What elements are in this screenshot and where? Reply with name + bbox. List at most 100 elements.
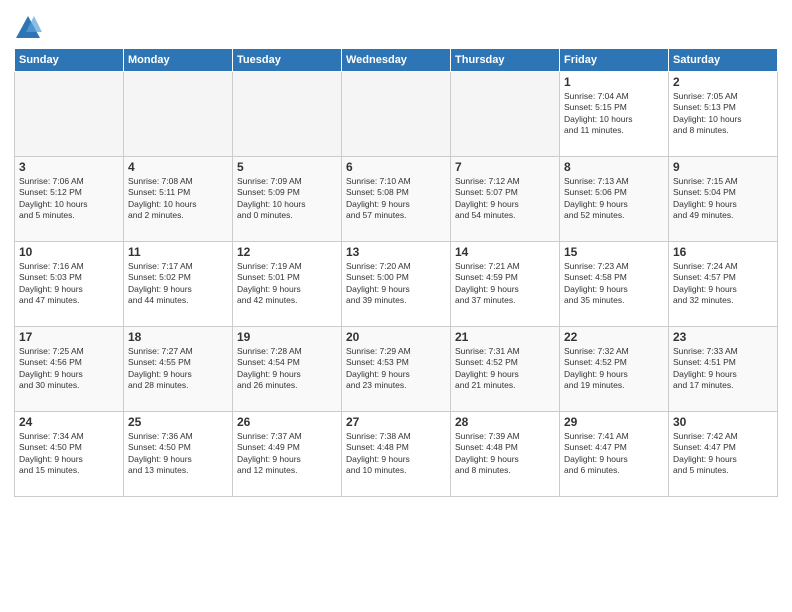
day-info: Sunrise: 7:16 AM Sunset: 5:03 PM Dayligh… [19, 261, 119, 307]
day-info: Sunrise: 7:15 AM Sunset: 5:04 PM Dayligh… [673, 176, 773, 222]
weekday-header: Wednesday [342, 49, 451, 72]
calendar-cell [451, 72, 560, 157]
calendar-cell: 29 Sunrise: 7:41 AM Sunset: 4:47 PM Dayli… [560, 412, 669, 497]
day-info: Sunrise: 7:24 AM Sunset: 4:57 PM Dayligh… [673, 261, 773, 307]
day-number: 7 [455, 160, 555, 174]
day-number: 4 [128, 160, 228, 174]
day-info: Sunrise: 7:36 AM Sunset: 4:50 PM Dayligh… [128, 431, 228, 477]
calendar-cell: 30 Sunrise: 7:42 AM Sunset: 4:47 PM Dayli… [669, 412, 778, 497]
calendar-cell: 28 Sunrise: 7:39 AM Sunset: 4:48 PM Dayli… [451, 412, 560, 497]
calendar-cell: 22 Sunrise: 7:32 AM Sunset: 4:52 PM Dayli… [560, 327, 669, 412]
day-number: 21 [455, 330, 555, 344]
day-info: Sunrise: 7:41 AM Sunset: 4:47 PM Dayligh… [564, 431, 664, 477]
calendar-cell: 1 Sunrise: 7:04 AM Sunset: 5:15 PM Daylig… [560, 72, 669, 157]
calendar-cell: 3 Sunrise: 7:06 AM Sunset: 5:12 PM Daylig… [15, 157, 124, 242]
day-number: 12 [237, 245, 337, 259]
day-number: 10 [19, 245, 119, 259]
calendar-cell: 7 Sunrise: 7:12 AM Sunset: 5:07 PM Daylig… [451, 157, 560, 242]
day-number: 28 [455, 415, 555, 429]
calendar-cell [342, 72, 451, 157]
day-number: 6 [346, 160, 446, 174]
day-number: 11 [128, 245, 228, 259]
calendar-cell: 15 Sunrise: 7:23 AM Sunset: 4:58 PM Dayli… [560, 242, 669, 327]
day-info: Sunrise: 7:04 AM Sunset: 5:15 PM Dayligh… [564, 91, 664, 137]
weekday-header: Monday [124, 49, 233, 72]
day-number: 23 [673, 330, 773, 344]
calendar-cell: 2Sunrise: 7:05 AM Sunset: 5:13 PM Daylig… [669, 72, 778, 157]
calendar-cell: 27Sunrise: 7:38 AM Sunset: 4:48 PM Dayli… [342, 412, 451, 497]
calendar-cell: 16 Sunrise: 7:24 AM Sunset: 4:57 PM Dayli… [669, 242, 778, 327]
calendar-cell: 9 Sunrise: 7:15 AM Sunset: 5:04 PM Daylig… [669, 157, 778, 242]
weekday-header: Sunday [15, 49, 124, 72]
calendar-cell: 4 Sunrise: 7:08 AM Sunset: 5:11 PM Daylig… [124, 157, 233, 242]
day-number: 15 [564, 245, 664, 259]
day-info: Sunrise: 7:33 AM Sunset: 4:51 PM Dayligh… [673, 346, 773, 392]
calendar: SundayMondayTuesdayWednesdayThursdayFrid… [14, 48, 778, 497]
calendar-cell: 8 Sunrise: 7:13 AM Sunset: 5:06 PM Daylig… [560, 157, 669, 242]
day-number: 25 [128, 415, 228, 429]
calendar-week-row: 1 Sunrise: 7:04 AM Sunset: 5:15 PM Daylig… [15, 72, 778, 157]
day-info: Sunrise: 7:25 AM Sunset: 4:56 PM Dayligh… [19, 346, 119, 392]
day-info: Sunrise: 7:09 AM Sunset: 5:09 PM Dayligh… [237, 176, 337, 222]
calendar-cell: 25 Sunrise: 7:36 AM Sunset: 4:50 PM Dayli… [124, 412, 233, 497]
day-number: 3 [19, 160, 119, 174]
day-number: 1 [564, 75, 664, 89]
day-number: 5 [237, 160, 337, 174]
day-info: Sunrise: 7:17 AM Sunset: 5:02 PM Dayligh… [128, 261, 228, 307]
day-number: 17 [19, 330, 119, 344]
day-number: 26 [237, 415, 337, 429]
day-number: 29 [564, 415, 664, 429]
logo [14, 14, 44, 42]
header [14, 10, 778, 42]
day-info: Sunrise: 7:12 AM Sunset: 5:07 PM Dayligh… [455, 176, 555, 222]
day-info: Sunrise: 7:20 AM Sunset: 5:00 PM Dayligh… [346, 261, 446, 307]
day-number: 9 [673, 160, 773, 174]
day-number: 8 [564, 160, 664, 174]
day-number: 13 [346, 245, 446, 259]
calendar-cell [15, 72, 124, 157]
weekday-header: Tuesday [233, 49, 342, 72]
day-info: Sunrise: 7:38 AM Sunset: 4:48 PM Dayligh… [346, 431, 446, 477]
calendar-cell: 21 Sunrise: 7:31 AM Sunset: 4:52 PM Dayli… [451, 327, 560, 412]
calendar-cell: 13 Sunrise: 7:20 AM Sunset: 5:00 PM Dayli… [342, 242, 451, 327]
day-info: Sunrise: 7:31 AM Sunset: 4:52 PM Dayligh… [455, 346, 555, 392]
day-info: Sunrise: 7:13 AM Sunset: 5:06 PM Dayligh… [564, 176, 664, 222]
calendar-cell: 18Sunrise: 7:27 AM Sunset: 4:55 PM Dayli… [124, 327, 233, 412]
calendar-week-row: 10 Sunrise: 7:16 AM Sunset: 5:03 PM Dayli… [15, 242, 778, 327]
day-number: 30 [673, 415, 773, 429]
day-number: 19 [237, 330, 337, 344]
calendar-cell: 23 Sunrise: 7:33 AM Sunset: 4:51 PM Dayli… [669, 327, 778, 412]
calendar-cell [233, 72, 342, 157]
calendar-cell: 11 Sunrise: 7:17 AM Sunset: 5:02 PM Dayli… [124, 242, 233, 327]
day-number: 20 [346, 330, 446, 344]
day-info: Sunrise: 7:32 AM Sunset: 4:52 PM Dayligh… [564, 346, 664, 392]
day-info: Sunrise: 7:21 AM Sunset: 4:59 PM Dayligh… [455, 261, 555, 307]
calendar-cell: 17 Sunrise: 7:25 AM Sunset: 4:56 PM Dayli… [15, 327, 124, 412]
day-info: Sunrise: 7:42 AM Sunset: 4:47 PM Dayligh… [673, 431, 773, 477]
day-info: Sunrise: 7:27 AM Sunset: 4:55 PM Dayligh… [128, 346, 228, 392]
calendar-cell: 19 Sunrise: 7:28 AM Sunset: 4:54 PM Dayli… [233, 327, 342, 412]
day-number: 24 [19, 415, 119, 429]
weekday-header: Thursday [451, 49, 560, 72]
day-info: Sunrise: 7:06 AM Sunset: 5:12 PM Dayligh… [19, 176, 119, 222]
day-info: Sunrise: 7:34 AM Sunset: 4:50 PM Dayligh… [19, 431, 119, 477]
day-info: Sunrise: 7:37 AM Sunset: 4:49 PM Dayligh… [237, 431, 337, 477]
day-info: Sunrise: 7:29 AM Sunset: 4:53 PM Dayligh… [346, 346, 446, 392]
logo-icon [14, 14, 42, 42]
day-info: Sunrise: 7:28 AM Sunset: 4:54 PM Dayligh… [237, 346, 337, 392]
page: SundayMondayTuesdayWednesdayThursdayFrid… [0, 0, 792, 612]
day-number: 22 [564, 330, 664, 344]
calendar-cell: 26 Sunrise: 7:37 AM Sunset: 4:49 PM Dayli… [233, 412, 342, 497]
day-info: Sunrise: 7:23 AM Sunset: 4:58 PM Dayligh… [564, 261, 664, 307]
day-info: Sunrise: 7:08 AM Sunset: 5:11 PM Dayligh… [128, 176, 228, 222]
weekday-header: Saturday [669, 49, 778, 72]
day-info: Sunrise: 7:39 AM Sunset: 4:48 PM Dayligh… [455, 431, 555, 477]
calendar-cell: 12 Sunrise: 7:19 AM Sunset: 5:01 PM Dayli… [233, 242, 342, 327]
weekday-header: Friday [560, 49, 669, 72]
calendar-header-row: SundayMondayTuesdayWednesdayThursdayFrid… [15, 49, 778, 72]
calendar-cell: 10 Sunrise: 7:16 AM Sunset: 5:03 PM Dayli… [15, 242, 124, 327]
day-number: 2 [673, 75, 773, 89]
day-info: Sunrise: 7:19 AM Sunset: 5:01 PM Dayligh… [237, 261, 337, 307]
day-info: Sunrise: 7:10 AM Sunset: 5:08 PM Dayligh… [346, 176, 446, 222]
day-number: 16 [673, 245, 773, 259]
